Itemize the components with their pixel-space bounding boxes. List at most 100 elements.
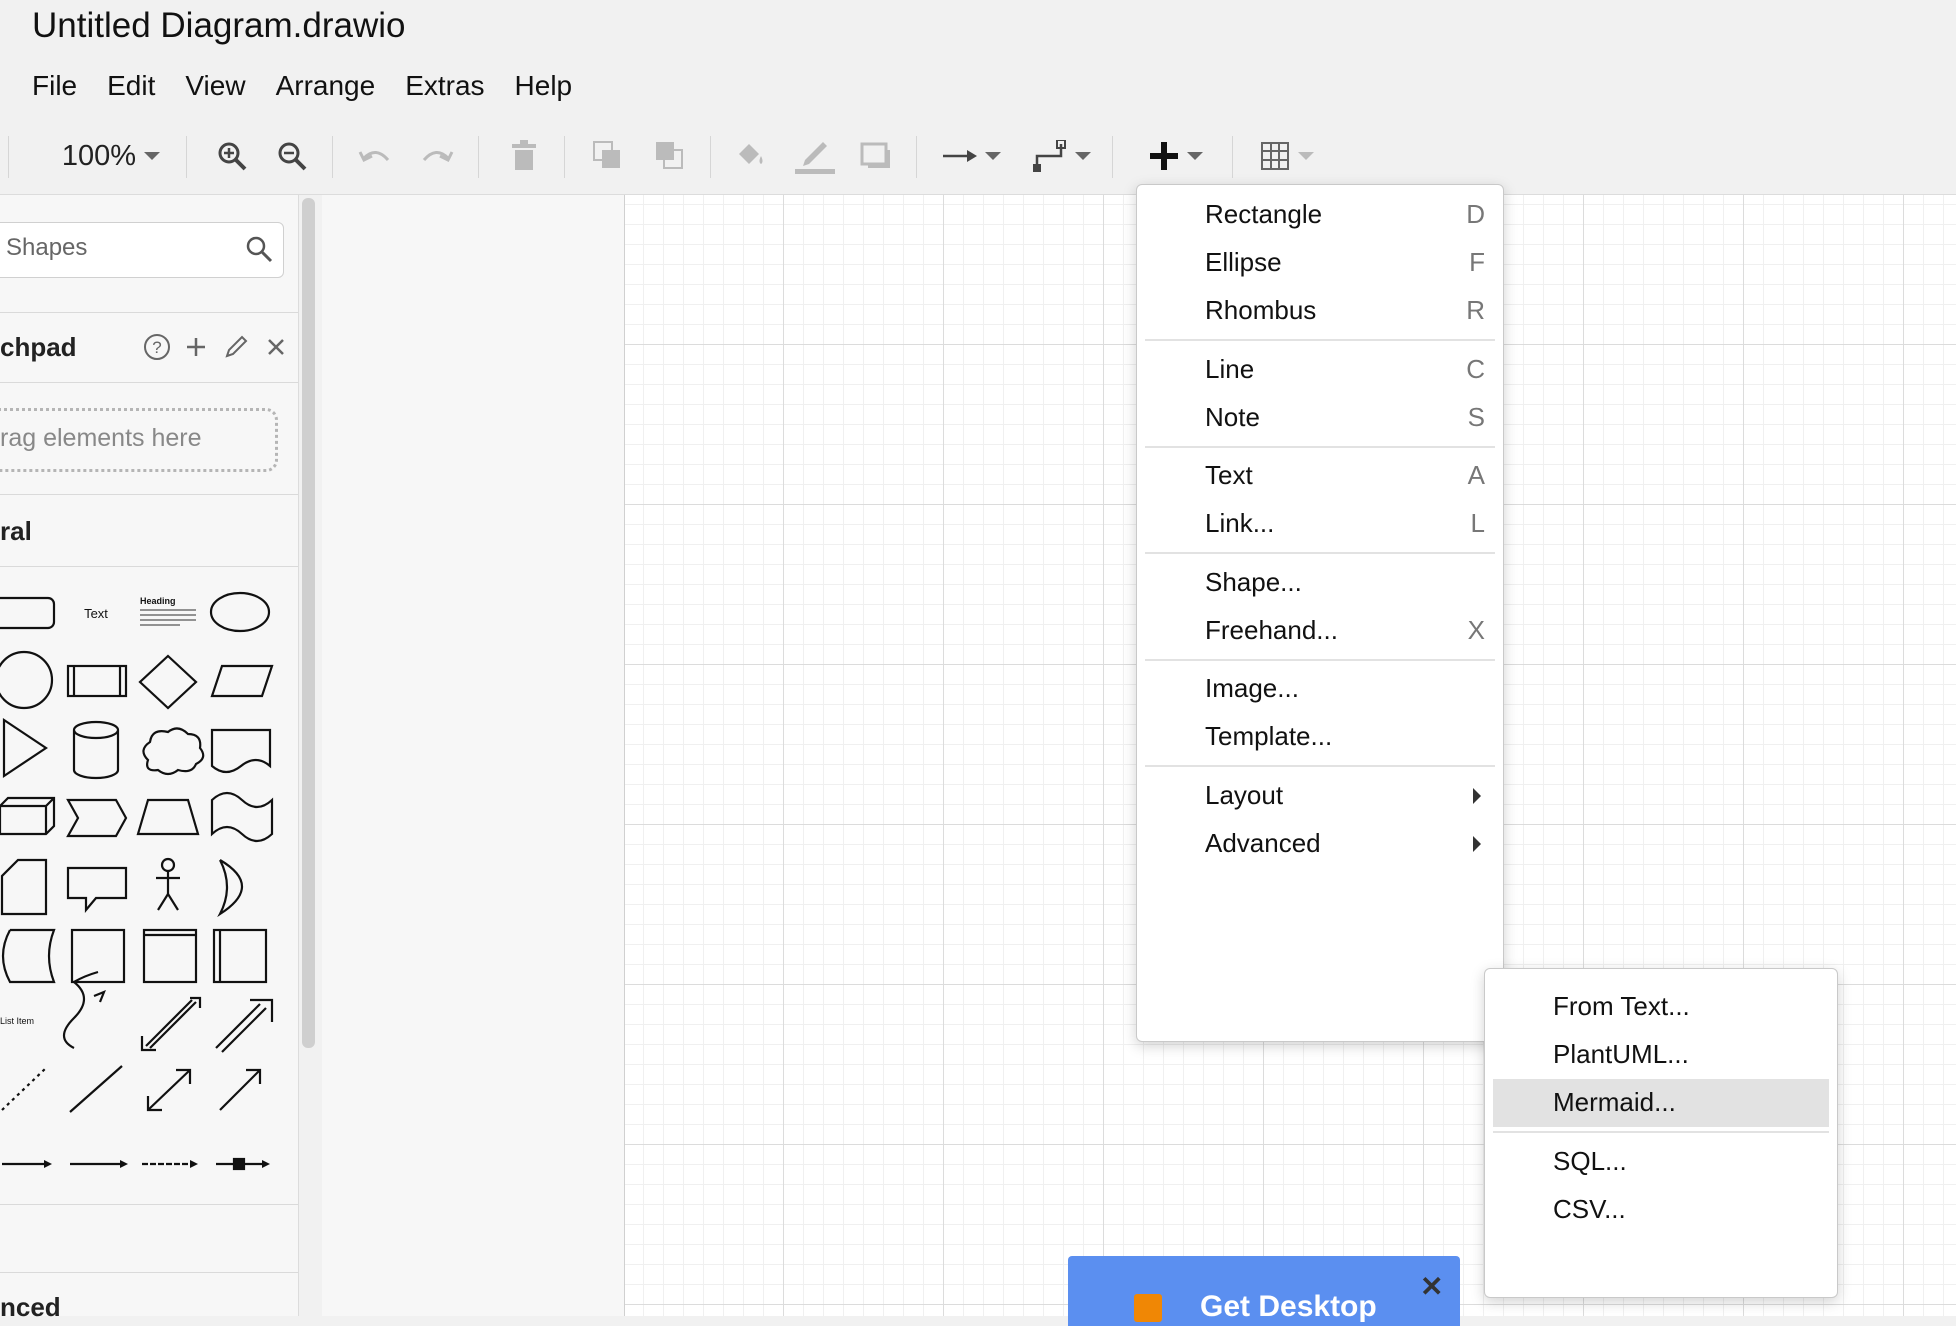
cube-shape	[0, 796, 56, 836]
shortcut-key: F	[1469, 247, 1485, 277]
menu-item-label: Rectangle	[1205, 199, 1323, 229]
menu-separator	[1145, 765, 1495, 768]
rounded-rectangle-shape	[0, 596, 56, 630]
menu-item-label: Note	[1205, 401, 1260, 432]
menu-item-link[interactable]: Link... L	[1137, 500, 1503, 548]
square-shape	[70, 928, 126, 984]
container-shape	[142, 928, 198, 984]
menu-extras[interactable]: Extras	[405, 66, 484, 106]
canvas-background	[322, 195, 624, 1316]
shortcut-key: L	[1470, 508, 1485, 538]
menu-edit[interactable]: Edit	[107, 66, 155, 106]
menu-item-rectangle[interactable]: Rectangle D	[1137, 191, 1503, 239]
menu-item-layout[interactable]: Layout	[1137, 772, 1503, 820]
circle-shape	[0, 650, 54, 710]
table-icon	[1261, 142, 1289, 170]
help-icon[interactable]: ?	[142, 332, 172, 367]
toolbar: 100%	[0, 118, 1956, 195]
divider	[0, 1272, 298, 1273]
menu-item-label: Rhombus	[1205, 295, 1317, 325]
bidirectional-arrow-shape	[145, 999, 193, 1047]
chevron-down-icon	[1187, 152, 1203, 160]
toolbar-separator	[186, 136, 187, 178]
menu-item-label: SQL...	[1553, 1145, 1627, 1176]
menu-item-label: PlantUML...	[1553, 1039, 1689, 1069]
menu-item-label: Line	[1205, 353, 1255, 384]
text-shape-label: Text	[84, 606, 108, 621]
zoom-in-button[interactable]	[210, 118, 254, 194]
menu-separator	[1145, 552, 1495, 555]
menubar: File Edit View Arrange Extras Help	[32, 66, 602, 106]
menu-separator	[1145, 445, 1495, 448]
svg-text:?: ?	[152, 338, 161, 357]
menu-item-line[interactable]: Line C	[1137, 346, 1503, 394]
menu-item-rhombus[interactable]: Rhombus R	[1137, 287, 1503, 335]
sidebar-scrollbar[interactable]	[302, 198, 315, 1048]
drawio-logo-icon	[1134, 1294, 1162, 1322]
menu-view[interactable]: View	[185, 66, 245, 106]
line-color-icon	[795, 142, 835, 174]
shadow-button[interactable]	[854, 118, 898, 194]
toolbar-separator	[916, 136, 917, 178]
fill-color-icon	[739, 144, 763, 164]
zoom-dropdown[interactable]: 100%	[52, 118, 170, 194]
to-front-icon	[593, 141, 620, 168]
scratchpad-title[interactable]: chpad	[0, 332, 77, 363]
triangle-shape	[2, 717, 48, 779]
menu-item-ellipse[interactable]: Ellipse F	[1137, 239, 1503, 287]
to-back-button[interactable]	[648, 118, 692, 194]
menu-help[interactable]: Help	[515, 66, 573, 106]
zoom-level: 100%	[61, 139, 137, 172]
menu-item-advanced[interactable]: Advanced	[1137, 820, 1503, 868]
search-icon[interactable]	[244, 234, 274, 269]
add-icon[interactable]	[182, 332, 210, 367]
zoom-out-button[interactable]	[270, 118, 314, 194]
document-shape	[210, 728, 272, 774]
actor-shape	[160, 857, 176, 873]
arrow-shape	[215, 1003, 261, 1049]
menu-item-freehand[interactable]: Freehand... X	[1137, 607, 1503, 655]
menu-item-label: Image...	[1205, 673, 1299, 703]
menu-item-label: From Text...	[1553, 991, 1690, 1021]
fill-color-button[interactable]	[730, 118, 774, 194]
drop-zone-hint: rag elements here	[0, 424, 202, 452]
table-dropdown[interactable]	[1254, 118, 1320, 194]
menu-item-sql[interactable]: SQL...	[1485, 1138, 1837, 1186]
menu-item-label: Shape...	[1205, 566, 1302, 597]
toolbar-separator	[1112, 136, 1113, 178]
undo-button[interactable]	[354, 118, 398, 194]
zoom-in-icon	[218, 142, 247, 171]
redo-button[interactable]	[414, 118, 458, 194]
parallelogram-shape	[210, 664, 274, 698]
menu-item-image[interactable]: Image...	[1137, 665, 1503, 713]
general-section-title[interactable]: ral	[0, 516, 32, 547]
edit-icon[interactable]	[222, 332, 250, 367]
menu-separator	[1145, 658, 1495, 661]
to-front-button[interactable]	[586, 118, 630, 194]
divider	[0, 1204, 298, 1205]
menu-item-label: Template...	[1205, 721, 1333, 751]
connection-dropdown[interactable]	[940, 118, 1004, 194]
insert-dropdown[interactable]	[1142, 118, 1210, 194]
advanced-section-title[interactable]: nced	[0, 1292, 61, 1323]
menu-item-shape[interactable]: Shape...	[1137, 559, 1503, 607]
document-title[interactable]: Untitled Diagram.drawio	[32, 6, 405, 46]
close-icon[interactable]	[262, 332, 290, 367]
menu-file[interactable]: File	[32, 66, 77, 106]
line-color-button[interactable]	[792, 118, 838, 194]
menu-item-template[interactable]: Template...	[1137, 713, 1503, 761]
menu-item-text[interactable]: Text A	[1137, 452, 1503, 500]
close-icon[interactable]: ✕	[1420, 1270, 1443, 1303]
menu-item-note[interactable]: Note S	[1137, 394, 1503, 442]
chevron-down-icon	[1075, 152, 1091, 160]
toolbar-separator	[8, 136, 9, 178]
menu-arrange[interactable]: Arrange	[276, 66, 376, 106]
menu-item-csv[interactable]: CSV...	[1485, 1186, 1837, 1234]
menu-item-mermaid[interactable]: Mermaid...	[1485, 1079, 1837, 1127]
divider	[0, 312, 298, 313]
toolbar-separator	[1232, 136, 1233, 178]
waypoints-dropdown[interactable]	[1028, 118, 1096, 194]
menu-item-plantuml[interactable]: PlantUML...	[1485, 1031, 1837, 1079]
delete-button[interactable]	[502, 118, 546, 194]
menu-item-from-text[interactable]: From Text...	[1485, 983, 1837, 1031]
